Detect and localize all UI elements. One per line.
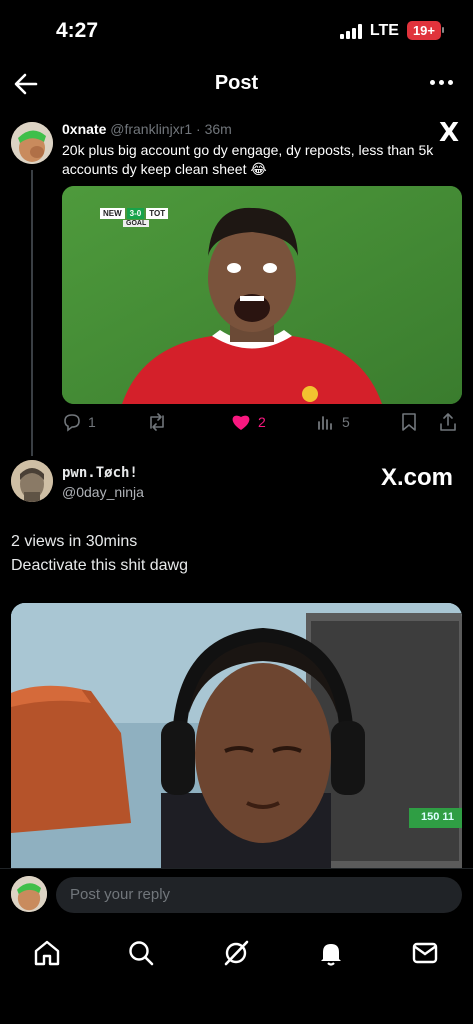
avatar[interactable] [11, 122, 53, 164]
tweet-text-line: 2 views in 30mins [11, 533, 138, 550]
views-icon [318, 416, 332, 430]
tweet-media[interactable]: 150 11 [11, 603, 462, 868]
messages-icon[interactable] [410, 938, 440, 968]
author-handle[interactable]: @0day_ninja [62, 484, 144, 500]
bottom-nav [0, 924, 473, 1024]
quoted-tweet-media[interactable]: NEW 3-0 TOT GOAL [62, 186, 462, 404]
grok-icon[interactable] [221, 938, 251, 968]
reply-button[interactable]: 1 [62, 412, 96, 432]
page-title: Post [214, 72, 259, 94]
score-value: 3-0 [126, 208, 145, 219]
quoted-tweet-text: 20k plus big account go dy engage, dy re… [62, 142, 434, 177]
score-label: GOAL [123, 220, 150, 227]
notifications-icon[interactable] [316, 938, 346, 968]
top-header: Post [0, 62, 473, 106]
quoted-author-handle[interactable]: @franklinjxr1 [110, 121, 192, 137]
reply-input[interactable]: Post your reply [56, 877, 462, 913]
views-count: 5 [342, 414, 350, 430]
tweet-text: 2 views in 30mins Deactivate this shit d… [11, 530, 188, 578]
views-button[interactable]: 5 [316, 412, 350, 432]
quoted-tweet-meta: 0xnate @franklinjxr1 · 36m [62, 121, 232, 137]
avatar [11, 876, 47, 912]
repost-icon [150, 413, 164, 431]
score-away: TOT [146, 208, 169, 219]
search-icon[interactable] [126, 938, 156, 968]
status-right: LTE 19+ [339, 21, 445, 40]
avatar[interactable] [11, 460, 53, 502]
network-type: LTE [369, 21, 399, 39]
like-button[interactable]: 2 [230, 412, 266, 432]
more-dots-icon[interactable] [430, 74, 453, 91]
reply-icon [64, 414, 80, 432]
author-name[interactable]: pwn.Tøch! [62, 465, 138, 481]
share-button[interactable] [438, 412, 458, 432]
bookmark-icon [402, 413, 416, 431]
xcom-watermark: X.com [380, 464, 453, 491]
share-icon [440, 413, 456, 431]
bookmark-button[interactable] [400, 412, 418, 432]
repost-button[interactable] [146, 412, 174, 432]
like-count: 2 [258, 414, 266, 430]
tweet-text-line: Deactivate this shit dawg [11, 557, 188, 574]
status-time: 4:27 [56, 19, 99, 42]
thread-line [31, 170, 33, 456]
reply-count: 1 [88, 414, 96, 430]
meta-separator: · [192, 121, 205, 137]
scoreboard: NEW 3-0 TOT [100, 208, 169, 219]
status-bar: 4:27 LTE 19+ [0, 0, 473, 60]
signal-icon [339, 23, 362, 39]
home-icon[interactable] [32, 938, 62, 968]
score-home: NEW [100, 208, 125, 219]
media-overlay-text: 150 11 [421, 811, 455, 823]
tweet-actions: 1 2 5 [62, 410, 462, 438]
battery-indicator: 19+ [406, 21, 445, 40]
heart-icon [232, 415, 250, 430]
quoted-author-name[interactable]: 0xnate [62, 121, 106, 137]
quoted-tweet-time: 36m [204, 121, 232, 137]
